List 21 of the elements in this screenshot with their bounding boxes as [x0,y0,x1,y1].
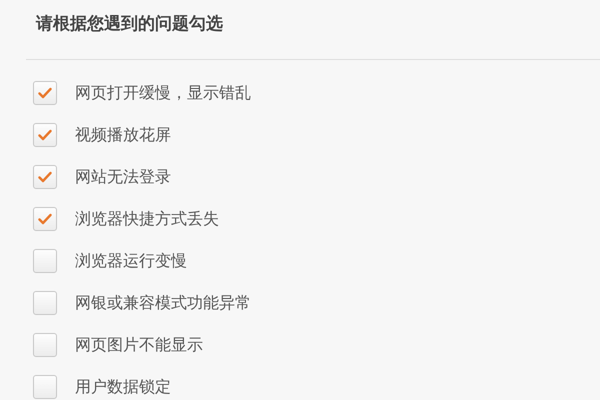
checkmark-icon [38,87,52,99]
option-label: 用户数据锁定 [75,376,171,398]
checkbox[interactable] [33,291,57,315]
option-label: 网银或兼容模式功能异常 [75,292,251,314]
option-label: 网页打开缓慢，显示错乱 [75,82,251,104]
checkbox[interactable] [33,123,57,147]
checkbox[interactable] [33,207,57,231]
checkbox[interactable] [33,375,57,399]
checkmark-icon [38,171,52,183]
checkmark-icon [38,129,52,141]
option-label: 浏览器运行变慢 [75,250,187,272]
option-label: 浏览器快捷方式丢失 [75,208,219,230]
checkbox[interactable] [33,81,57,105]
section-title: 请根据您遇到的问题勾选 [36,13,224,36]
option-label: 网站无法登录 [75,166,171,188]
checkmark-icon [38,213,52,225]
checkbox[interactable] [33,333,57,357]
option-label: 网页图片不能显示 [75,334,203,356]
option-label: 视频播放花屏 [75,124,171,146]
checkbox[interactable] [33,249,57,273]
checkbox[interactable] [33,165,57,189]
